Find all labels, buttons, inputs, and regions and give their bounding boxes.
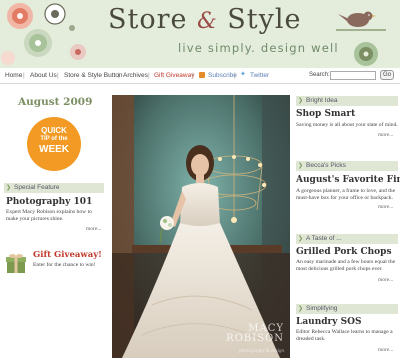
site-title[interactable]: Store & Style <box>108 4 302 35</box>
special-feature-desc: Expert Macy Robison explains how to make… <box>6 209 92 222</box>
nav-store-style-button[interactable]: Store & Style Button <box>64 72 123 79</box>
photo-credit-line2: ROBISON <box>226 333 284 344</box>
search-input[interactable] <box>330 71 376 80</box>
site-header: Store & Style live simply. design well <box>0 0 400 68</box>
nav-separator: | <box>23 72 25 79</box>
post-title-grilled-pork-chops[interactable]: Grilled Pork Chops <box>296 247 392 257</box>
section-header-label: Simplifying <box>306 305 338 312</box>
quick-tip-line3: WEEK <box>39 144 69 155</box>
twitter-icon[interactable]: ✦ <box>240 71 247 78</box>
special-feature-more-link[interactable]: more... <box>86 226 101 232</box>
chevron-right-icon: ❯ <box>298 306 304 312</box>
quick-tip-line2: TIP of the <box>40 136 68 142</box>
nav-archives[interactable]: Archives <box>123 72 148 79</box>
quick-tip-text: QUICK TIP of the WEEK <box>27 126 81 155</box>
chevron-right-icon: ❯ <box>298 98 304 104</box>
quick-tip-badge[interactable]: QUICK TIP of the WEEK <box>27 117 81 171</box>
more-link[interactable]: more... <box>378 277 393 283</box>
post-title-favorite-finds[interactable]: August's Favorite Finds <box>296 175 400 185</box>
section-header-bright-idea: ❯ Bright Idea <box>296 96 398 106</box>
photo-credit-watermark: MACY ROBISON <box>226 324 284 344</box>
chevron-right-icon: ❯ <box>298 163 304 169</box>
post-title-shop-smart[interactable]: Shop Smart <box>296 109 355 119</box>
chevron-right-icon: ❯ <box>6 185 12 191</box>
search-go-button[interactable]: Go <box>380 70 394 80</box>
right-sidebar: ❯ Bright Idea Shop Smart Saving money is… <box>294 84 400 358</box>
bride-photo-image <box>112 95 290 358</box>
special-feature-header: ❯ Special Feature <box>4 183 104 193</box>
nav-separator: | <box>234 72 236 79</box>
section-header-label: Becca's Picks <box>306 162 346 169</box>
title-word-store: Store <box>108 4 188 35</box>
special-feature-header-label: Special Feature <box>14 184 60 191</box>
issue-month: August 2009 <box>18 96 93 108</box>
top-navigation: Home | About Us | Store & Style Button |… <box>0 68 400 84</box>
nav-separator: | <box>192 72 194 79</box>
nav-subscribe[interactable]: Subscribe <box>208 72 237 79</box>
quick-tip-line1: QUICK <box>41 126 67 135</box>
special-feature-title[interactable]: Photography 101 <box>6 197 92 207</box>
nav-separator: | <box>148 72 150 79</box>
nav-about-us[interactable]: About Us <box>30 72 57 79</box>
post-desc: An easy marinade and a few hours equal t… <box>296 259 396 272</box>
section-header-a-taste-of: ❯ A Taste of ... <box>296 234 398 244</box>
featured-photo[interactable]: MACY ROBISON photography & design <box>112 95 290 358</box>
nav-home[interactable]: Home <box>5 72 22 79</box>
nav-gift-giveaway[interactable]: Gift Giveaway <box>154 72 194 79</box>
nav-separator: | <box>118 72 120 79</box>
tagline: live simply. design well <box>178 41 339 55</box>
more-link[interactable]: more... <box>378 347 393 353</box>
section-header-label: A Taste of ... <box>306 235 342 242</box>
post-desc: A gorgeous planner, a frame to love, and… <box>296 188 396 201</box>
gift-giveaway-desc: Enter for the chance to win! <box>33 262 96 268</box>
search-label: Search: <box>309 72 330 78</box>
left-sidebar: August 2009 QUICK TIP of the WEEK ❯ Spec… <box>0 84 108 358</box>
flower-decoration-icon <box>1 3 86 65</box>
title-word-style: Style <box>227 4 302 35</box>
more-link[interactable]: more... <box>378 204 393 210</box>
photo-credit-subtitle: photography & design <box>239 349 284 354</box>
more-link[interactable]: more... <box>378 132 393 138</box>
chevron-right-icon: ❯ <box>298 236 304 242</box>
gift-giveaway-title[interactable]: Gift Giveaway! <box>33 250 102 260</box>
rss-icon[interactable] <box>199 72 205 78</box>
post-desc: Editor Rebecca Wallace learns to manage … <box>296 329 393 342</box>
section-header-label: Bright Idea <box>306 97 338 104</box>
post-title-laundry-sos[interactable]: Laundry SOS <box>296 317 361 327</box>
section-header-beccas-picks: ❯ Becca's Picks <box>296 161 398 171</box>
bird-flower-decoration-icon <box>336 11 386 66</box>
post-desc: Saving money is all about your state of … <box>296 122 398 128</box>
title-ampersand: & <box>197 9 218 34</box>
nav-separator: | <box>57 72 59 79</box>
gift-icon[interactable] <box>4 251 28 275</box>
section-header-simplifying: ❯ Simplifying <box>296 304 398 314</box>
nav-twitter[interactable]: Twitter <box>250 72 269 79</box>
